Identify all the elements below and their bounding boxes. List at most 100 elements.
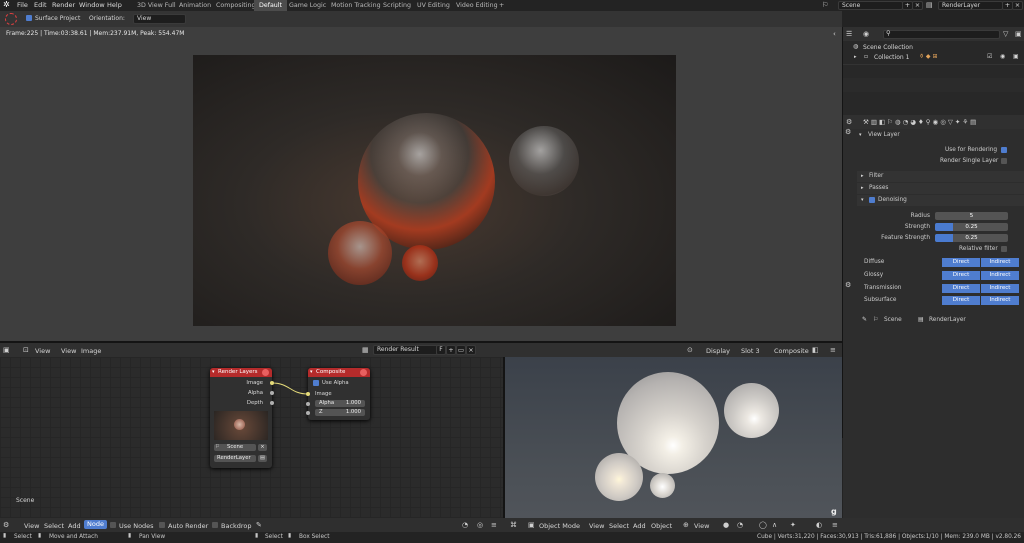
outliner-type-icon[interactable]: ☰: [846, 30, 852, 38]
image-browse-icon[interactable]: ▦: [362, 346, 369, 354]
overlay-icon[interactable]: ◎: [477, 521, 483, 529]
3d-object-menu[interactable]: Object: [651, 522, 672, 530]
transmission-indirect-toggle[interactable]: Indirect: [981, 284, 1019, 293]
node-menu[interactable]: Node: [84, 520, 107, 529]
expand-arrow-icon[interactable]: ▸: [854, 54, 857, 60]
render-layers-node[interactable]: Render Layers ▾ Image Alpha Depth Scene …: [210, 368, 274, 468]
input-alpha-socket[interactable]: [306, 402, 310, 406]
z-value-field[interactable]: Z 1.000: [315, 409, 365, 416]
strength-slider[interactable]: 0.25: [935, 223, 1008, 231]
diffuse-direct-toggle[interactable]: Direct: [942, 258, 980, 267]
visibility-icon[interactable]: ◉: [1000, 53, 1005, 60]
composite-dropdown[interactable]: Composite: [774, 347, 809, 355]
scene-field[interactable]: Scene: [214, 444, 256, 451]
collapse-arrow-icon[interactable]: ▾: [212, 369, 215, 375]
scene-collection-label[interactable]: Scene Collection: [863, 44, 913, 51]
clear-scene-icon[interactable]: ×: [258, 444, 267, 451]
view-dropdown[interactable]: View: [35, 347, 50, 355]
3d-add-menu[interactable]: Add: [633, 522, 646, 530]
proportional-edit-icon[interactable]: ◯: [759, 521, 767, 529]
render-layer-field[interactable]: RenderLayer: [214, 455, 256, 462]
scene-selector[interactable]: Scene: [838, 1, 903, 10]
transmission-direct-toggle[interactable]: Direct: [942, 284, 980, 293]
node-select-menu[interactable]: Select: [44, 522, 64, 530]
object-mode-dropdown[interactable]: Object Mode: [539, 522, 580, 530]
collection-label[interactable]: Collection 1: [874, 54, 909, 61]
image-menu[interactable]: Image: [81, 347, 101, 355]
filter-icon[interactable]: ▽: [1003, 30, 1008, 38]
radius-field[interactable]: 5: [935, 212, 1008, 220]
3d-editor-type-icon[interactable]: ⌘: [510, 521, 517, 529]
cursor-tool-icon[interactable]: [5, 13, 17, 25]
render-layer-browse-icon[interactable]: ▤: [258, 455, 267, 462]
tool-icon[interactable]: ✎: [256, 521, 262, 529]
sidebar-toggle-icon[interactable]: ‹: [833, 30, 836, 38]
menu-help[interactable]: Help: [107, 1, 122, 9]
snap-3d-icon[interactable]: ◔: [737, 521, 743, 529]
denoising-panel-header[interactable]: ▾ Denoising: [857, 195, 1024, 206]
3d-view-dropdown[interactable]: View: [694, 522, 709, 530]
use-alpha-checkbox[interactable]: [313, 380, 319, 386]
editor-type-icon[interactable]: ▣: [3, 346, 10, 354]
fake-user-button[interactable]: F: [436, 345, 446, 355]
collapse-arrow-icon[interactable]: ▾: [310, 369, 313, 375]
tab-animation[interactable]: Animation: [174, 0, 216, 11]
3d-select-menu[interactable]: Select: [609, 522, 629, 530]
view-layer-panel-title[interactable]: View Layer: [868, 132, 900, 138]
render-toggle-icon[interactable]: ▣: [1013, 53, 1019, 60]
alpha-socket[interactable]: [270, 391, 274, 395]
backdrop-checkbox[interactable]: [212, 522, 218, 528]
properties-side-icon[interactable]: ⚙: [845, 281, 851, 289]
alpha-value-field[interactable]: Alpha 1.000: [315, 400, 365, 407]
shading-solid-icon[interactable]: ●: [723, 521, 729, 529]
overlays-icon[interactable]: ◐: [816, 521, 822, 529]
node-add-menu[interactable]: Add: [68, 522, 81, 530]
menu-edit[interactable]: Edit: [34, 1, 47, 9]
sphere-small-left[interactable]: [595, 453, 643, 501]
view-menu[interactable]: View: [61, 347, 76, 355]
3d-header-menu-icon[interactable]: ≡: [832, 521, 838, 529]
remove-render-layer-icon[interactable]: ×: [1012, 1, 1023, 10]
footer-render-layer-label[interactable]: RenderLayer: [929, 317, 966, 323]
pin-icon[interactable]: ✎: [862, 316, 867, 323]
view-mode-icon[interactable]: ⊡: [23, 346, 29, 354]
composite-node[interactable]: Composite ▾ Use Alpha Image Alpha 1.000 …: [306, 368, 370, 420]
image-socket[interactable]: [270, 381, 274, 385]
collapse-arrow-icon[interactable]: ▾: [859, 132, 862, 138]
add-workspace-button[interactable]: +: [494, 0, 509, 11]
tab-uv-editing[interactable]: UV Editing: [412, 0, 455, 11]
auto-render-checkbox[interactable]: [159, 522, 165, 528]
node-editor-canvas[interactable]: Render Layers ▾ Image Alpha Depth Scene …: [0, 357, 503, 518]
3d-view-menu[interactable]: View: [589, 522, 604, 530]
subsurface-indirect-toggle[interactable]: Indirect: [981, 296, 1019, 305]
tab-game-logic[interactable]: Game Logic: [284, 0, 331, 11]
properties-type-icon[interactable]: ⚙: [846, 118, 852, 126]
menu-file[interactable]: File: [17, 1, 28, 9]
glossy-indirect-toggle[interactable]: Indirect: [981, 271, 1019, 280]
render-single-layer-checkbox[interactable]: [1001, 158, 1007, 164]
open-image-icon[interactable]: ▭: [456, 345, 466, 355]
node-editor-type-icon[interactable]: ⚙: [3, 521, 9, 529]
pivot-icon[interactable]: ⊙: [687, 346, 693, 354]
new-image-button[interactable]: +: [446, 345, 456, 355]
sphere-right[interactable]: [724, 383, 779, 438]
outliner[interactable]: ☰ ◉ ⚲ ▽ ▣ ◍ Scene Collection ▸ ▫ Collect…: [843, 27, 1024, 115]
3d-viewport[interactable]: g: [505, 357, 842, 518]
display-dropdown[interactable]: Display: [706, 347, 730, 355]
gizmo-toggle-icon[interactable]: ✦: [790, 521, 796, 529]
node-view-menu[interactable]: View: [24, 522, 39, 530]
sphere-tiny[interactable]: [650, 473, 675, 498]
node-header-menu-icon[interactable]: ≡: [491, 521, 497, 529]
new-collection-icon[interactable]: ▣: [1015, 30, 1022, 38]
menu-render[interactable]: Render: [52, 1, 75, 9]
render-icon[interactable]: [262, 369, 269, 376]
render-result-field[interactable]: Render Result: [373, 345, 438, 355]
depth-socket[interactable]: [270, 401, 274, 405]
use-nodes-checkbox[interactable]: [110, 522, 116, 528]
header-menu-icon[interactable]: ≡: [830, 346, 836, 354]
footer-scene-label[interactable]: Scene: [884, 317, 902, 323]
feature-strength-slider[interactable]: 0.25: [935, 234, 1008, 242]
surface-project-checkbox[interactable]: [26, 15, 32, 21]
remove-scene-icon[interactable]: ×: [912, 1, 923, 10]
render-icon[interactable]: [360, 369, 367, 376]
